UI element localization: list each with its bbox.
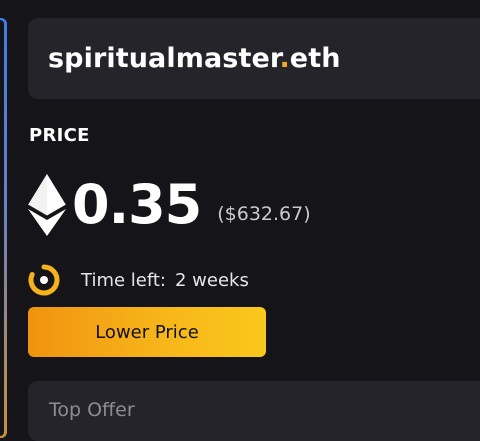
price-usd: ($632.67)	[217, 203, 311, 225]
adjacent-card-edge	[0, 18, 7, 438]
time-left-label: Time left:	[81, 269, 166, 291]
domain-name-card: spiritualmaster.eth	[28, 18, 480, 99]
top-offer-label: Top Offer	[49, 399, 135, 421]
domain-name: spiritualmaster.eth	[48, 43, 341, 74]
lower-price-button[interactable]: Lower Price	[28, 307, 266, 357]
domain-name-label: spiritualmaster	[48, 43, 280, 74]
top-offer-card: Top Offer	[28, 381, 480, 441]
domain-dot: .	[279, 43, 290, 74]
time-left-value: 2 weeks	[175, 269, 249, 291]
clock-icon	[28, 264, 60, 296]
time-left-row: Time left: 2 weeks	[28, 264, 249, 296]
ethereum-icon	[28, 174, 66, 236]
price-value: 0.35	[72, 173, 202, 236]
domain-tld: eth	[289, 43, 341, 74]
price-label: PRICE	[29, 125, 90, 146]
price-row: 0.35 ($632.67)	[28, 172, 311, 238]
